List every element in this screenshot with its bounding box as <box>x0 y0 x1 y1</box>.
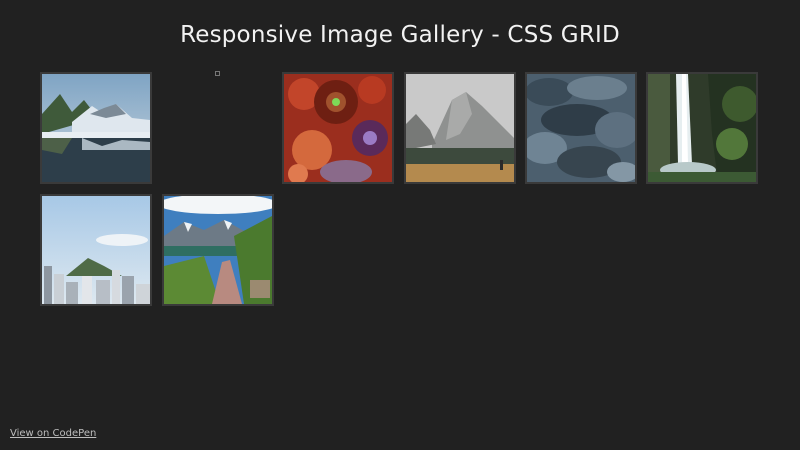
gallery-image-rocks[interactable] <box>525 72 637 184</box>
gallery-image-mountain-lake[interactable] <box>40 72 152 184</box>
coral-image <box>284 74 392 182</box>
gallery-image-trail[interactable] <box>162 194 274 306</box>
gallery-image-city[interactable] <box>40 194 152 306</box>
trail-image <box>164 196 272 304</box>
page-title: Responsive Image Gallery - CSS GRID <box>180 22 620 48</box>
gallery-page: Responsive Image Gallery - CSS GRID View… <box>0 0 800 450</box>
city-image <box>42 196 150 304</box>
rocks-image <box>527 74 635 182</box>
gallery-image-foggy-mountain[interactable] <box>404 72 516 184</box>
gallery-image-waterfall[interactable] <box>646 72 758 184</box>
view-on-codepen-link[interactable]: View on CodePen <box>10 428 96 439</box>
waterfall-image <box>648 74 756 182</box>
gallery-image-coral[interactable] <box>282 72 394 184</box>
mountain-lake-image <box>42 74 150 182</box>
broken-image-icon <box>215 71 220 76</box>
foggy-mountain-image <box>406 74 514 182</box>
